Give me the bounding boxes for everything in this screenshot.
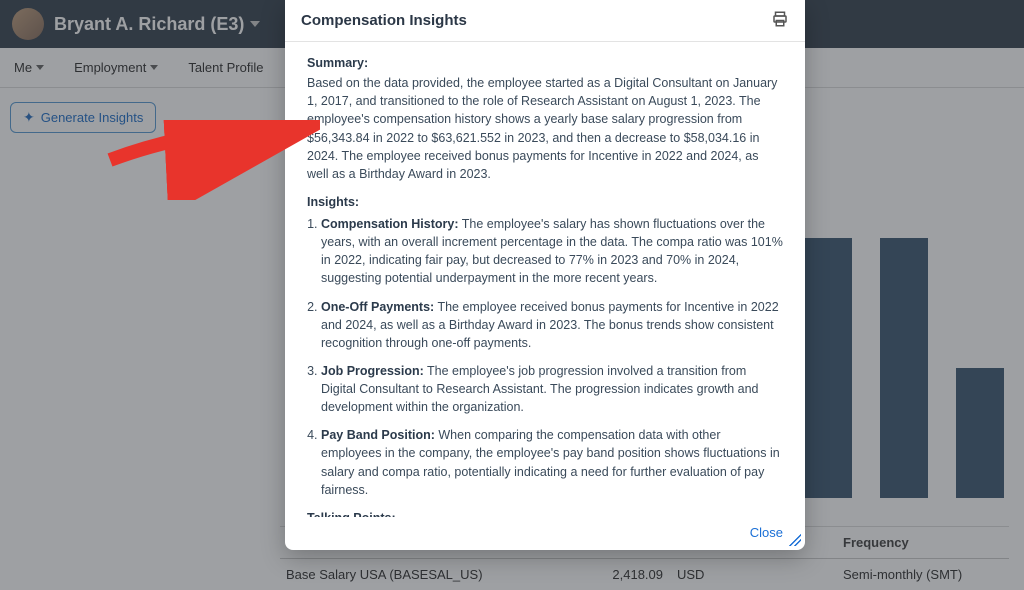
- insight-item: Compensation History: The employee's sal…: [321, 215, 783, 288]
- modal-footer: Close: [285, 517, 805, 550]
- modal-body[interactable]: Summary: Based on the data provided, the…: [285, 42, 805, 517]
- insights-heading: Insights:: [307, 193, 783, 211]
- modal-header: Compensation Insights: [285, 0, 805, 42]
- insight-item: Job Progression: The employee's job prog…: [321, 362, 783, 416]
- talking-points-heading: Talking Points:: [307, 509, 783, 517]
- resize-handle-icon[interactable]: [789, 534, 801, 546]
- print-icon[interactable]: [771, 10, 789, 31]
- compensation-insights-modal: Compensation Insights Summary: Based on …: [285, 0, 805, 550]
- modal-title: Compensation Insights: [301, 12, 467, 29]
- insight-item: Pay Band Position: When comparing the co…: [321, 426, 783, 499]
- summary-text: Based on the data provided, the employee…: [307, 74, 783, 183]
- insight-item: One-Off Payments: The employee received …: [321, 298, 783, 352]
- close-button[interactable]: Close: [750, 525, 783, 540]
- summary-heading: Summary:: [307, 54, 783, 72]
- insights-list: Compensation History: The employee's sal…: [307, 215, 783, 499]
